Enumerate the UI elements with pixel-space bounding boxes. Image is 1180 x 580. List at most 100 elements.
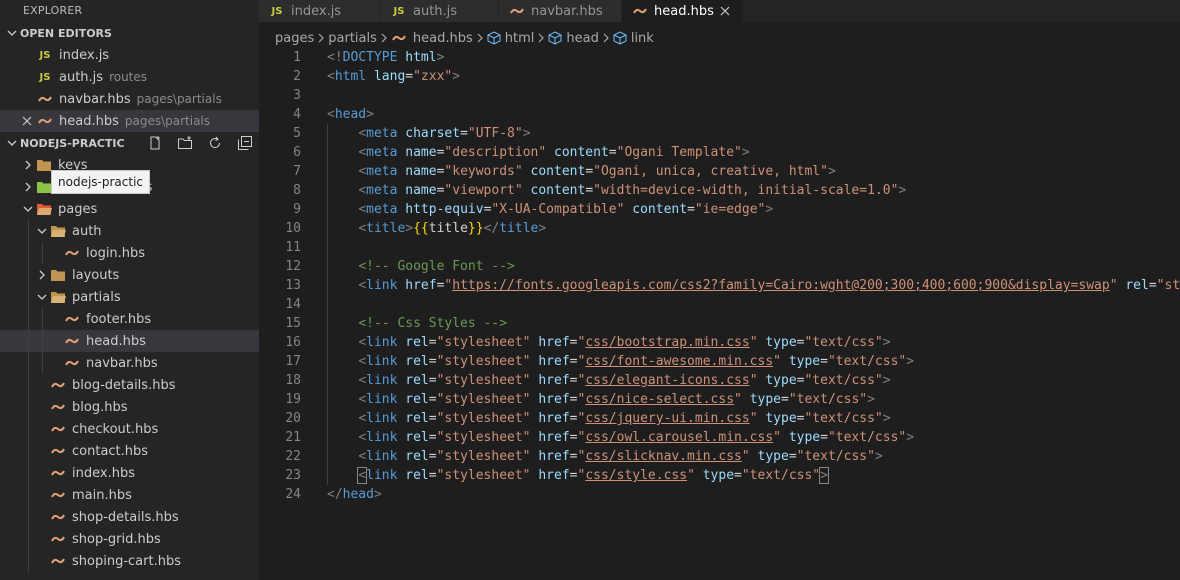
token: > xyxy=(882,373,891,388)
folder-item[interactable]: layouts xyxy=(0,264,259,286)
file-item[interactable]: main.hbs xyxy=(0,484,259,506)
code-text: <meta charset="UTF-8"> xyxy=(327,124,531,143)
open-editor-item[interactable]: head.hbs pages\partials xyxy=(0,110,259,132)
breadcrumb-label: partials xyxy=(328,30,377,46)
new-file-icon[interactable] xyxy=(147,135,163,151)
line-number: 1 xyxy=(293,50,301,65)
code-line: 17 <link rel="stylesheet" href="css/font… xyxy=(259,352,1180,371)
chevron-right-icon[interactable] xyxy=(34,267,50,283)
breadcrumb-item[interactable]: partials xyxy=(328,31,377,46)
file-item[interactable]: blog.hbs xyxy=(0,396,259,418)
token: < xyxy=(358,449,367,464)
breadcrumb-item[interactable]: head.hbs xyxy=(391,30,473,46)
indent-guide xyxy=(42,308,43,330)
close-icon[interactable] xyxy=(22,116,32,126)
tab-label: navbar.hbs xyxy=(531,3,603,19)
breadcrumb-item[interactable]: html xyxy=(487,31,534,46)
open-editor-item[interactable]: JS index.js xyxy=(0,44,259,66)
file-item[interactable]: shop-grid.hbs xyxy=(0,528,259,550)
token: name xyxy=(405,164,437,179)
file-item[interactable]: blog-details.hbs xyxy=(0,374,259,396)
token: < xyxy=(358,430,367,445)
refresh-icon[interactable] xyxy=(207,135,223,151)
token: "stylesheet" xyxy=(436,411,531,426)
token: name xyxy=(405,145,437,160)
file-item[interactable]: shoping-cart.hbs xyxy=(0,550,259,572)
open-editors-header[interactable]: OPEN EDITORS xyxy=(0,22,259,44)
token: > xyxy=(366,107,374,122)
token: < xyxy=(358,335,367,350)
project-header[interactable]: NODEJS-PRACTIC xyxy=(0,132,259,154)
token: </ xyxy=(327,487,343,502)
token: = xyxy=(687,202,695,217)
token: < xyxy=(358,411,367,426)
file-item[interactable]: footer.hbs xyxy=(0,308,259,330)
tree-label: shop-grid.hbs xyxy=(72,531,161,547)
file-item[interactable]: head.hbs xyxy=(0,330,259,352)
file-item[interactable]: index.hbs xyxy=(0,462,259,484)
tab-head-hbs[interactable]: head.hbs xyxy=(622,0,744,22)
folder-item[interactable]: auth xyxy=(0,220,259,242)
token: css/owl.carousel.min.css xyxy=(585,430,774,445)
code-line: 14 xyxy=(259,295,1180,314)
tab-navbar-hbs[interactable]: navbar.hbs xyxy=(499,0,622,22)
token: rel xyxy=(405,449,429,464)
new-folder-icon[interactable] xyxy=(177,135,193,151)
file-path: pages\partials xyxy=(124,114,211,128)
token: meta xyxy=(366,164,398,179)
code-text: <head> xyxy=(327,105,374,124)
indent-guide xyxy=(327,238,328,257)
chevron-down-icon[interactable] xyxy=(34,289,50,305)
token: css/font-awesome.min.css xyxy=(585,354,774,369)
close-icon[interactable] xyxy=(717,3,733,19)
file-item[interactable]: shop-details.hbs xyxy=(0,506,259,528)
file-item[interactable]: login.hbs xyxy=(0,242,259,264)
collapse-all-icon[interactable] xyxy=(237,135,253,151)
js-file-icon: JS xyxy=(39,71,51,83)
file-item[interactable]: contact.hbs xyxy=(0,440,259,462)
token: link xyxy=(366,335,398,350)
folder-item[interactable]: partials xyxy=(0,286,259,308)
tree-label: footer.hbs xyxy=(86,311,152,327)
code-text: <meta name="description" content="Ogani … xyxy=(327,143,750,162)
chevron-right-icon[interactable] xyxy=(20,157,36,173)
token: rel xyxy=(405,430,429,445)
file-item[interactable]: navbar.hbs xyxy=(0,352,259,374)
token: "text/css" xyxy=(741,468,821,483)
token: " xyxy=(734,392,742,407)
file-item[interactable]: checkout.hbs xyxy=(0,418,259,440)
code-line: 24 </head> xyxy=(259,485,1180,504)
token: = xyxy=(428,449,437,464)
line-number: 14 xyxy=(285,297,301,312)
token: < xyxy=(358,354,367,369)
open-editor-item[interactable]: JS auth.js routes xyxy=(0,66,259,88)
line-number: 10 xyxy=(285,221,301,236)
file-path: routes xyxy=(109,70,148,84)
token: = xyxy=(781,392,789,407)
open-editor-item[interactable]: navbar.hbs pages\partials xyxy=(0,88,259,110)
folder-item[interactable]: pages xyxy=(0,198,259,220)
breadcrumb-item[interactable]: head xyxy=(548,31,599,46)
breadcrumb-item[interactable]: link xyxy=(613,31,654,46)
code-line: 13 <link href = "https://fonts.googleapis.… xyxy=(259,276,1180,295)
tab-auth-js[interactable]: JS auth.js xyxy=(381,0,499,22)
token: " xyxy=(773,430,781,445)
chevron-down-icon[interactable] xyxy=(20,201,36,217)
tree-label: index.hbs xyxy=(72,465,135,481)
tab-index-js[interactable]: JS index.js xyxy=(259,0,381,22)
token: html xyxy=(334,69,367,84)
token: lang xyxy=(373,69,406,84)
code-text: <!-- Css Styles --> xyxy=(327,314,507,333)
chevron-down-icon[interactable] xyxy=(34,223,50,239)
code-editor[interactable]: 1 <!DOCTYPE html> 2 <html lang="zxx"> 3 4 <hea… xyxy=(259,48,1180,580)
file-label: navbar.hbs xyxy=(59,91,131,107)
breadcrumb-item[interactable]: pages xyxy=(275,31,314,46)
chevron-right-icon[interactable] xyxy=(20,179,36,195)
js-file-icon: JS xyxy=(393,5,405,17)
